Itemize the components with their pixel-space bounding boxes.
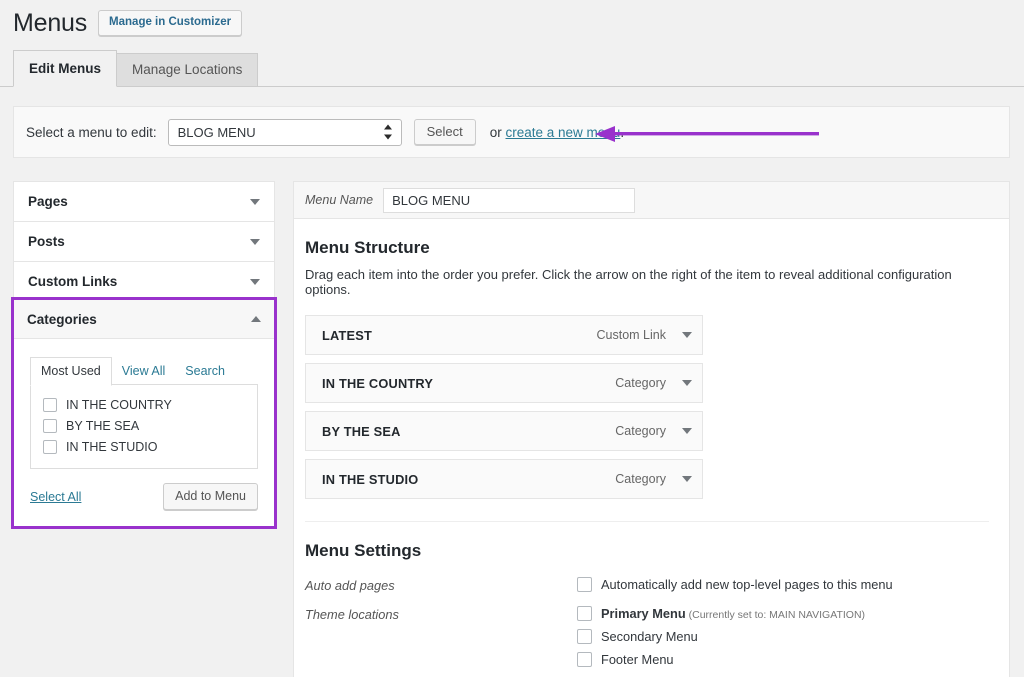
categories-tab-view-all[interactable]: View All xyxy=(112,358,176,385)
menu-name-label: Menu Name xyxy=(305,193,373,207)
list-item[interactable]: IN THE STUDIO xyxy=(43,440,245,454)
list-item-label: BY THE SEA xyxy=(66,419,139,433)
sidebar-panel-categories-label: Categories xyxy=(27,312,97,327)
menu-item-type: Category xyxy=(615,376,666,390)
sidebar-panel-pages-header[interactable]: Pages xyxy=(14,182,274,221)
chevron-down-icon[interactable] xyxy=(682,380,692,386)
sidebar-panel-custom-links-header[interactable]: Custom Links xyxy=(14,262,274,301)
categories-body: Most Used View All Search IN THE COUNTRY… xyxy=(14,339,274,526)
menu-items-list: LATEST Custom Link IN THE COUNTRY Catego… xyxy=(305,315,703,499)
admin-page: Menus Manage in Customizer Edit Menus Ma… xyxy=(0,0,1024,677)
menu-settings-title: Menu Settings xyxy=(305,541,989,561)
setting-theme-locations: Theme locations Primary Menu(Currently s… xyxy=(305,606,989,667)
primary-menu-name: Primary Menu xyxy=(601,606,686,621)
checkbox-row-secondary-menu[interactable]: Secondary Menu xyxy=(577,629,989,644)
tab-manage-locations[interactable]: Manage Locations xyxy=(116,53,258,87)
checkbox-in-the-country[interactable] xyxy=(43,398,57,412)
list-item-label: IN THE STUDIO xyxy=(66,440,157,454)
sidebar-panel-custom-links-label: Custom Links xyxy=(28,274,117,289)
sidebar-panel-pages[interactable]: Pages xyxy=(13,181,275,221)
checkbox-row-auto-add[interactable]: Automatically add new top-level pages to… xyxy=(577,577,989,592)
menu-item-title: BY THE SEA xyxy=(322,424,615,439)
sidebar-panel-categories[interactable]: Categories Most Used View All Search IN … xyxy=(11,297,277,529)
sidebar-panel-categories-header[interactable]: Categories xyxy=(14,300,274,339)
checkbox-primary-menu-label: Primary Menu(Currently set to: MAIN NAVI… xyxy=(601,606,865,621)
tab-bar: Edit Menus Manage Locations xyxy=(13,55,257,87)
tab-edit-menus[interactable]: Edit Menus xyxy=(13,50,117,87)
checkbox-row-footer-menu[interactable]: Footer Menu xyxy=(577,652,989,667)
sidebar-panel-pages-label: Pages xyxy=(28,194,68,209)
menu-editor-panel: Menu Name Menu Structure Drag each item … xyxy=(293,181,1010,677)
list-item-label: IN THE COUNTRY xyxy=(66,398,172,412)
menu-item-type: Category xyxy=(615,424,666,438)
table-row[interactable]: IN THE COUNTRY Category xyxy=(305,363,703,403)
table-row[interactable]: IN THE STUDIO Category xyxy=(305,459,703,499)
menu-name-bar: Menu Name xyxy=(294,182,1009,219)
stepper-arrows-icon xyxy=(384,125,393,140)
menu-selector-bar: Select a menu to edit: BLOG MENU Select … xyxy=(13,106,1010,158)
tab-bar-divider xyxy=(0,86,1024,87)
manage-in-customizer-button[interactable]: Manage in Customizer xyxy=(98,10,242,36)
auto-add-pages-controls: Automatically add new top-level pages to… xyxy=(577,577,989,593)
select-button[interactable]: Select xyxy=(414,119,476,145)
menu-selector-label: Select a menu to edit: xyxy=(26,125,157,140)
chevron-down-icon[interactable] xyxy=(250,199,260,205)
menu-select-dropdown[interactable]: BLOG MENU xyxy=(168,119,402,146)
categories-tab-most-used[interactable]: Most Used xyxy=(30,357,112,386)
sidebar-panel-posts[interactable]: Posts xyxy=(13,221,275,261)
theme-locations-label: Theme locations xyxy=(305,606,577,667)
menu-item-type: Category xyxy=(615,472,666,486)
add-menu-items-sidebar: Pages Posts Custom Links xyxy=(13,181,275,302)
checkbox-in-the-studio[interactable] xyxy=(43,440,57,454)
checkbox-by-the-sea[interactable] xyxy=(43,419,57,433)
select-all-link[interactable]: Select All xyxy=(30,490,81,504)
menu-structure-title: Menu Structure xyxy=(305,238,989,258)
menu-item-title: IN THE STUDIO xyxy=(322,472,615,487)
create-new-menu-link[interactable]: create a new menu xyxy=(506,125,621,140)
chevron-down-icon[interactable] xyxy=(250,279,260,285)
page-header: Menus Manage in Customizer xyxy=(13,8,242,38)
menu-structure-description: Drag each item into the order you prefer… xyxy=(305,267,989,297)
table-row[interactable]: BY THE SEA Category xyxy=(305,411,703,451)
checkbox-auto-add-pages[interactable] xyxy=(577,577,592,592)
sidebar-panel-custom-links[interactable]: Custom Links xyxy=(13,261,275,302)
table-row[interactable]: LATEST Custom Link xyxy=(305,315,703,355)
list-item[interactable]: BY THE SEA xyxy=(43,419,245,433)
auto-add-pages-label: Auto add pages xyxy=(305,577,577,593)
checkbox-secondary-menu-label: Secondary Menu xyxy=(601,629,698,644)
sidebar-panel-posts-label: Posts xyxy=(28,234,65,249)
menu-item-title: LATEST xyxy=(322,328,597,343)
menu-item-type: Custom Link xyxy=(597,328,666,342)
page-title: Menus xyxy=(13,8,87,38)
chevron-down-icon[interactable] xyxy=(682,332,692,338)
setting-auto-add-pages: Auto add pages Automatically add new top… xyxy=(305,577,989,593)
checkbox-footer-menu[interactable] xyxy=(577,652,592,667)
menu-settings-section: Menu Settings Auto add pages Automatical… xyxy=(305,522,989,667)
chevron-down-icon[interactable] xyxy=(250,239,260,245)
checkbox-row-primary-menu[interactable]: Primary Menu(Currently set to: MAIN NAVI… xyxy=(577,606,989,621)
chevron-down-icon[interactable] xyxy=(682,476,692,482)
checkbox-secondary-menu[interactable] xyxy=(577,629,592,644)
chevron-up-icon[interactable] xyxy=(251,316,261,322)
menu-item-title: IN THE COUNTRY xyxy=(322,376,615,391)
primary-menu-hint: (Currently set to: MAIN NAVIGATION) xyxy=(689,609,865,621)
checkbox-primary-menu[interactable] xyxy=(577,606,592,621)
add-to-menu-button[interactable]: Add to Menu xyxy=(163,483,258,510)
categories-tab-search[interactable]: Search xyxy=(175,358,235,385)
menu-name-input[interactable] xyxy=(383,188,635,213)
sidebar-panel-posts-header[interactable]: Posts xyxy=(14,222,274,261)
or-label: or xyxy=(490,125,502,140)
checkbox-auto-add-pages-label: Automatically add new top-level pages to… xyxy=(601,577,893,592)
categories-checkbox-list: IN THE COUNTRY BY THE SEA IN THE STUDIO xyxy=(30,384,258,469)
theme-locations-controls: Primary Menu(Currently set to: MAIN NAVI… xyxy=(577,606,989,667)
categories-footer: Select All Add to Menu xyxy=(30,483,258,510)
categories-tab-bar: Most Used View All Search xyxy=(30,357,258,385)
checkbox-footer-menu-label: Footer Menu xyxy=(601,652,674,667)
list-item[interactable]: IN THE COUNTRY xyxy=(43,398,245,412)
menu-select-value: BLOG MENU xyxy=(178,125,256,140)
period: . xyxy=(620,125,624,140)
chevron-down-icon[interactable] xyxy=(682,428,692,434)
or-text: or create a new menu. xyxy=(490,125,624,140)
menu-structure-section: Menu Structure Drag each item into the o… xyxy=(294,219,1009,667)
